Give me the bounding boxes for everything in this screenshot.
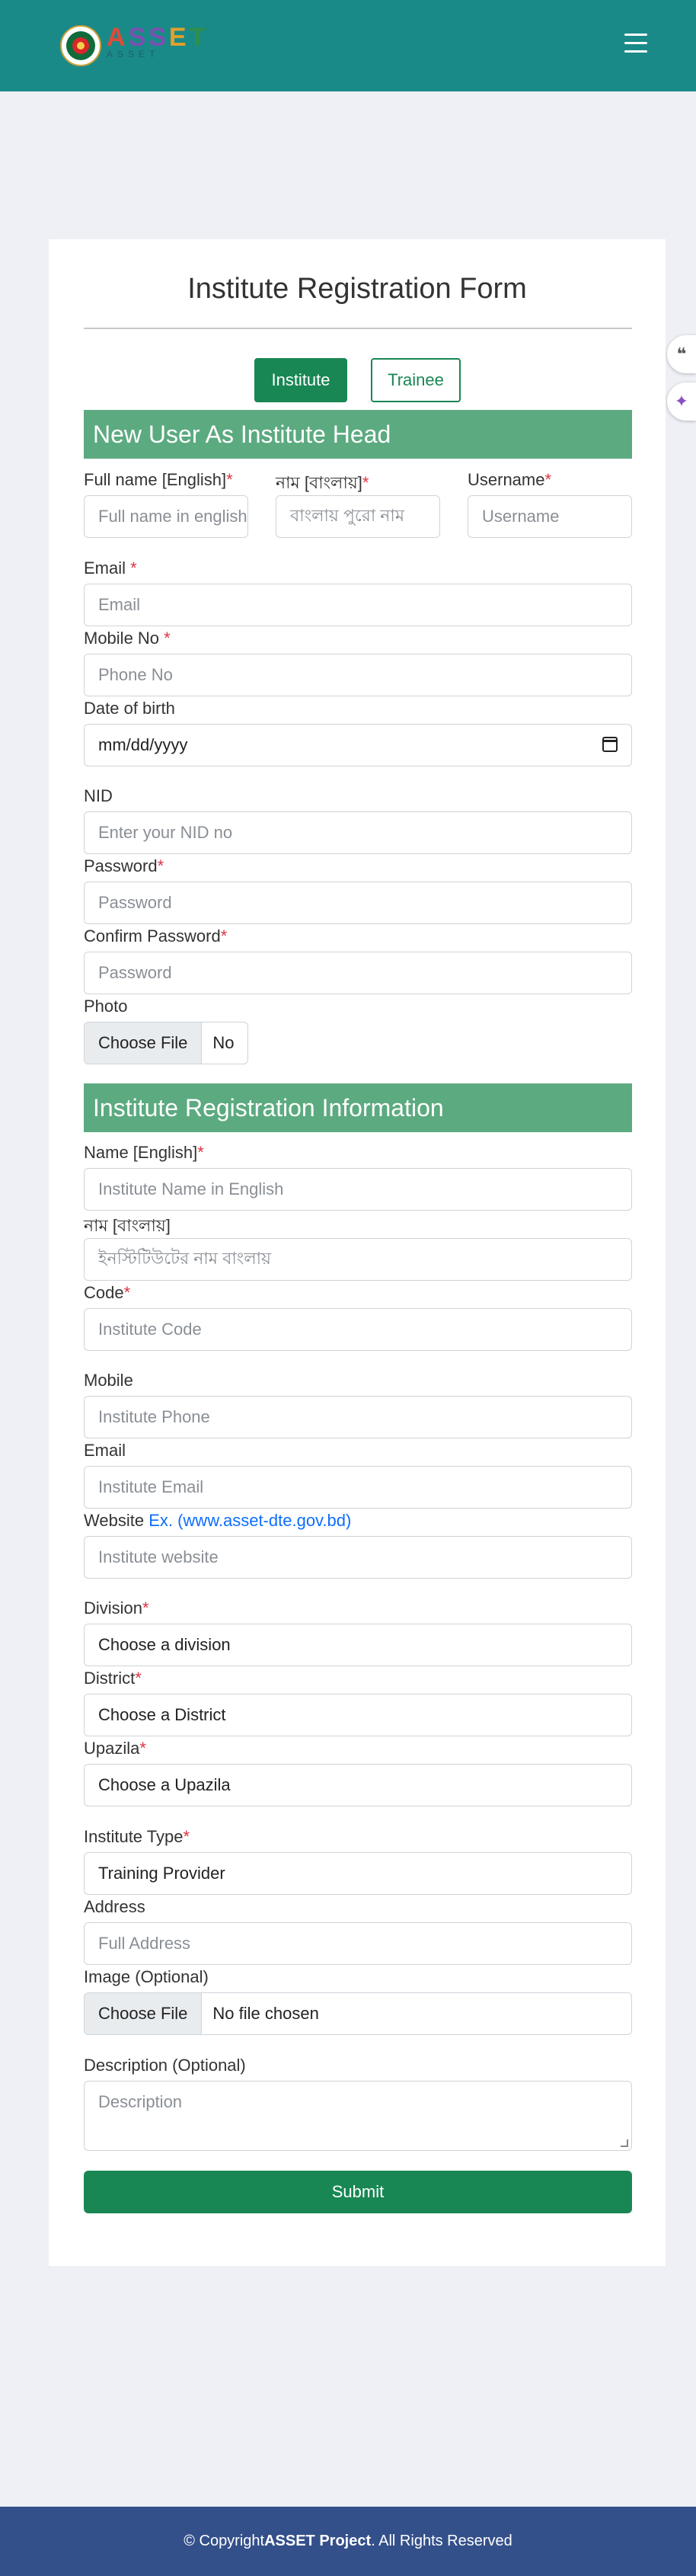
institute-type-label: Institute Type* [84, 1827, 190, 1846]
district-select[interactable]: Choose a District [84, 1694, 632, 1736]
institute-website-label: Website Ex. (www.asset-dte.gov.bd) [84, 1511, 352, 1530]
footer-brand: ASSET Project [264, 2533, 372, 2549]
institute-phone-input[interactable]: Institute Phone [84, 1396, 632, 1438]
division-select[interactable]: Choose a division [84, 1624, 632, 1666]
nid-input[interactable]: Enter your NID no [84, 811, 632, 854]
nid-label: NID [84, 786, 113, 805]
district-label: District* [84, 1669, 142, 1688]
image-file-input[interactable]: Choose File No file chosen [84, 1992, 632, 2035]
institute-email-input[interactable]: Institute Email [84, 1466, 632, 1509]
password-input[interactable]: Password [84, 882, 632, 924]
logo-subtext: ASSET [107, 49, 160, 59]
tab-institute[interactable]: Institute [254, 358, 347, 402]
dob-label: Date of birth [84, 699, 175, 718]
confirm-password-label: Confirm Password* [84, 926, 228, 946]
division-label: Division* [84, 1598, 149, 1618]
photo-choose-file-button[interactable]: Choose File [85, 1022, 203, 1064]
calendar-icon[interactable] [602, 737, 618, 752]
website-hint-link[interactable]: Ex. (www.asset-dte.gov.bd) [148, 1511, 351, 1530]
quote-icon[interactable]: ❝ [667, 335, 696, 373]
institute-code-input[interactable]: Institute Code [84, 1308, 632, 1351]
submit-button[interactable]: Submit [84, 2171, 632, 2213]
section-heading-user: New User As Institute Head [84, 410, 632, 459]
institute-mobile-label: Mobile [84, 1371, 133, 1390]
image-label: Image (Optional) [84, 1967, 209, 1986]
institute-name-input[interactable]: Institute Name in English [84, 1168, 632, 1211]
institute-type-select[interactable]: Training Provider [84, 1852, 632, 1895]
photo-label: Photo [84, 997, 128, 1016]
fullname-bangla-input[interactable]: বাংলায় পুরো নাম [276, 495, 440, 538]
image-file-status: No file chosen [212, 2004, 319, 2023]
mobile-label: Mobile No * [84, 629, 171, 648]
registration-card: Institute Registration Form Institute Tr… [49, 239, 666, 2266]
password-label: Password* [84, 856, 164, 875]
username-input[interactable]: Username [468, 495, 632, 538]
upazila-select[interactable]: Choose a Upazila [84, 1764, 632, 1806]
bangla-name-label: নাম [বাংলায়]* [276, 473, 369, 492]
institute-email-label: Email [84, 1441, 126, 1460]
description-placeholder: Description [98, 2092, 183, 2111]
bangladesh-emblem-logo[interactable] [59, 24, 102, 67]
institute-website-input[interactable]: Institute website [84, 1536, 632, 1579]
section-heading-institute: Institute Registration Information [84, 1083, 632, 1132]
upazila-label: Upazila* [84, 1739, 146, 1758]
title-divider [84, 328, 632, 329]
institute-name-label: Name [English]* [84, 1143, 204, 1162]
footer-copyright-prefix: © Copyright [184, 2533, 265, 2549]
photo-file-status: No [212, 1033, 235, 1052]
sparkle-icon[interactable]: ✦ [667, 382, 696, 421]
photo-file-input[interactable]: Choose File No [84, 1022, 248, 1064]
address-label: Address [84, 1897, 145, 1916]
institute-bangla-name-input[interactable]: ইনস্টিটিউটের নাম বাংলায় [84, 1238, 632, 1281]
institute-code-label: Code* [84, 1283, 131, 1302]
fullname-label: Full name [English]* [84, 470, 233, 489]
mobile-input[interactable]: Phone No [84, 654, 632, 696]
fullname-english-input[interactable]: Full name in english [84, 495, 248, 538]
tab-trainee[interactable]: Trainee [371, 358, 461, 402]
institute-bangla-name-label: নাম [বাংলায়] [84, 1216, 171, 1235]
top-navbar: ASSET ASSET [0, 0, 696, 91]
footer: © Copyright ASSET Project. All Rights Re… [0, 2507, 696, 2576]
description-label: Description (Optional) [84, 2056, 246, 2075]
username-label: Username* [468, 470, 552, 489]
image-choose-file-button[interactable]: Choose File [85, 1993, 203, 2034]
resize-grip-icon[interactable] [621, 2139, 628, 2147]
form-title: Institute Registration Form [187, 273, 527, 305]
email-label: Email * [84, 558, 137, 578]
hamburger-icon[interactable] [624, 34, 649, 55]
description-textarea[interactable]: Description [84, 2081, 632, 2151]
address-input[interactable]: Full Address [84, 1922, 632, 1965]
footer-copyright-suffix: . All Rights Reserved [371, 2533, 512, 2549]
email-input[interactable]: Email [84, 584, 632, 626]
dob-date-input[interactable]: mm/dd/yyyy [84, 724, 632, 766]
confirm-password-input[interactable]: Password [84, 952, 632, 994]
